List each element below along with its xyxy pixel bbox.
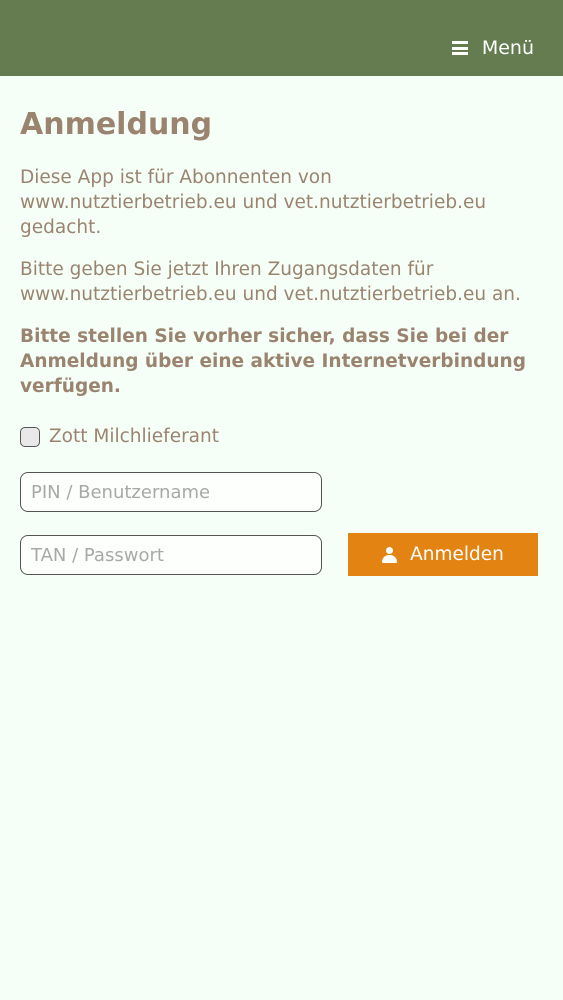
login-label: Anmelden — [410, 544, 504, 565]
hamburger-icon — [451, 41, 468, 55]
intro-text: Diese App ist für Abonnenten von www.nut… — [20, 165, 545, 240]
instructions-line-1: Bitte geben Sie jetzt Ihren Zugangsdaten… — [20, 259, 434, 280]
warning-line-1: Bitte stellen Sie vorher sicher, dass Si… — [20, 326, 509, 347]
instructions-text: Bitte geben Sie jetzt Ihren Zugangsdaten… — [20, 257, 545, 307]
intro-line-3: gedacht. — [20, 217, 102, 238]
milchlieferant-label: Zott Milchlieferant — [49, 426, 219, 447]
milchlieferant-checkbox[interactable] — [20, 426, 40, 447]
milchlieferant-option[interactable]: Zott Milchlieferant — [20, 426, 219, 447]
instructions-line-2: www.nutztierbetrieb.eu und vet.nutztierb… — [20, 284, 521, 305]
intro-line-1: Diese App ist für Abonnenten von — [20, 167, 332, 188]
top-navigation-bar: Menü — [0, 0, 563, 76]
warning-line-2: Anmeldung über eine aktive Internetverbi… — [20, 351, 526, 372]
menu-button[interactable]: Menü — [451, 37, 534, 59]
pin-username-input[interactable] — [20, 472, 322, 512]
page-title: Anmeldung — [20, 107, 213, 142]
intro-line-2: www.nutztierbetrieb.eu und vet.nutztierb… — [20, 192, 487, 213]
connection-warning: Bitte stellen Sie vorher sicher, dass Si… — [20, 324, 545, 399]
login-button[interactable]: Anmelden — [348, 533, 538, 576]
tan-password-input[interactable] — [20, 535, 322, 575]
menu-label: Menü — [481, 37, 534, 59]
user-icon — [382, 546, 398, 563]
main-content: Anmeldung Diese App ist für Abonnenten v… — [20, 76, 545, 399]
warning-line-3: verfügen. — [20, 376, 121, 397]
